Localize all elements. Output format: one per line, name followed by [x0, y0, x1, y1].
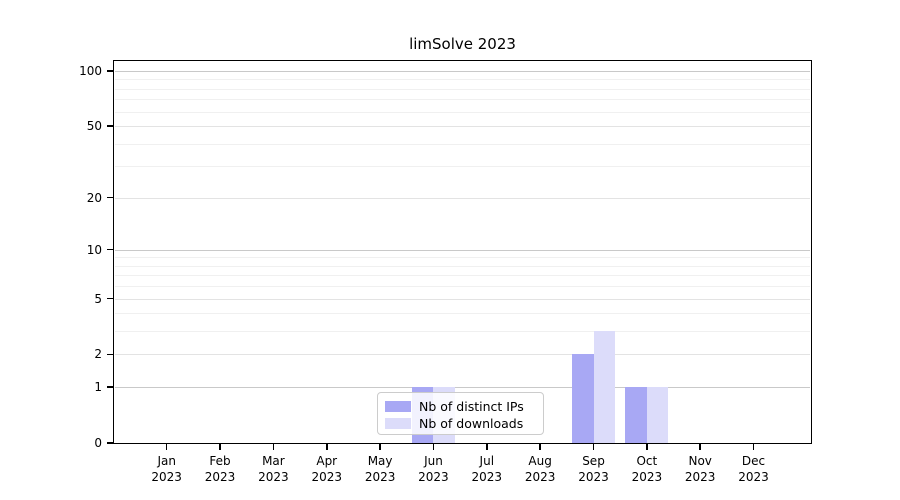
y-tick-mark: [107, 386, 114, 388]
minor-gridline: [115, 99, 810, 101]
x-tick-mark: [165, 444, 168, 450]
legend-swatch-downloads-icon: [385, 417, 411, 429]
bar-sep-distinct-ips: [572, 354, 594, 443]
minor-gridline: [115, 79, 810, 81]
minor-gridline: [115, 331, 810, 333]
x-tick-mark: [272, 444, 275, 450]
y-tick-label: 5: [94, 291, 102, 306]
bar-sep-downloads: [593, 331, 615, 443]
x-tick-mark: [219, 444, 221, 450]
y-tick-mark: [107, 70, 114, 72]
y-tick-label: 50: [86, 119, 102, 134]
minor-gridline: [115, 313, 810, 315]
y-tick-label: 0: [94, 436, 102, 450]
bar-oct-distinct-ips: [625, 387, 647, 443]
y-tick-label: 1: [94, 380, 102, 395]
legend-item-downloads: Nb of downloads: [385, 415, 534, 431]
major-gridline: [115, 197, 810, 199]
y-tick-mark: [107, 248, 114, 251]
legend-label-downloads: Nb of downloads: [419, 415, 524, 431]
minor-gridline: [115, 88, 810, 90]
x-tick-mark: [752, 444, 755, 450]
legend-item-distinct-ips: Nb of distinct IPs: [385, 398, 534, 414]
y-tick-label: 10: [86, 242, 102, 257]
legend-label-distinct-ips: Nb of distinct IPs: [419, 398, 524, 414]
y-tick-label: 20: [86, 190, 102, 205]
chart-figure: limSolve 2023 0 1 2 5 10 20 50 100 Jan 2023 Feb 20…: [0, 0, 900, 500]
x-tick-label-dec: Dec 2023: [722, 453, 786, 485]
x-tick-mark: [326, 444, 328, 450]
bar-oct-downloads: [646, 387, 669, 443]
y-tick-label: 100: [79, 64, 102, 78]
minor-gridline: [115, 286, 810, 288]
minor-gridline: [115, 166, 810, 168]
y-tick-mark: [107, 353, 114, 356]
minor-gridline: [115, 275, 810, 277]
y-tick-mark: [107, 297, 114, 300]
x-tick-month: Dec: [741, 454, 766, 468]
chart-title: limSolve 2023: [409, 35, 516, 53]
legend-swatch-distinct-ips-icon: [385, 400, 411, 412]
y-tick-label: 2: [94, 347, 102, 362]
x-tick-year: 2023: [738, 470, 769, 484]
y-tick-mark: [107, 442, 114, 444]
major-gridline: [115, 249, 810, 251]
legend: Nb of distinct IPs Nb of downloads: [377, 392, 544, 435]
y-tick-mark: [107, 196, 114, 199]
major-gridline: [115, 387, 810, 389]
y-tick-mark: [107, 125, 114, 127]
major-gridline: [115, 298, 810, 300]
x-tick-mark: [379, 444, 381, 450]
x-tick-mark: [486, 444, 488, 450]
major-gridline: [115, 71, 810, 72]
major-gridline: [115, 126, 810, 128]
minor-gridline: [115, 143, 810, 145]
minor-gridline: [115, 257, 810, 259]
major-gridline: [115, 354, 810, 356]
minor-gridline: [115, 265, 810, 267]
x-tick-mark: [646, 444, 648, 450]
minor-gridline: [115, 111, 810, 113]
x-tick-mark: [699, 444, 701, 450]
x-tick-mark: [432, 444, 435, 450]
x-tick-mark: [592, 444, 595, 450]
x-tick-mark: [539, 444, 541, 450]
